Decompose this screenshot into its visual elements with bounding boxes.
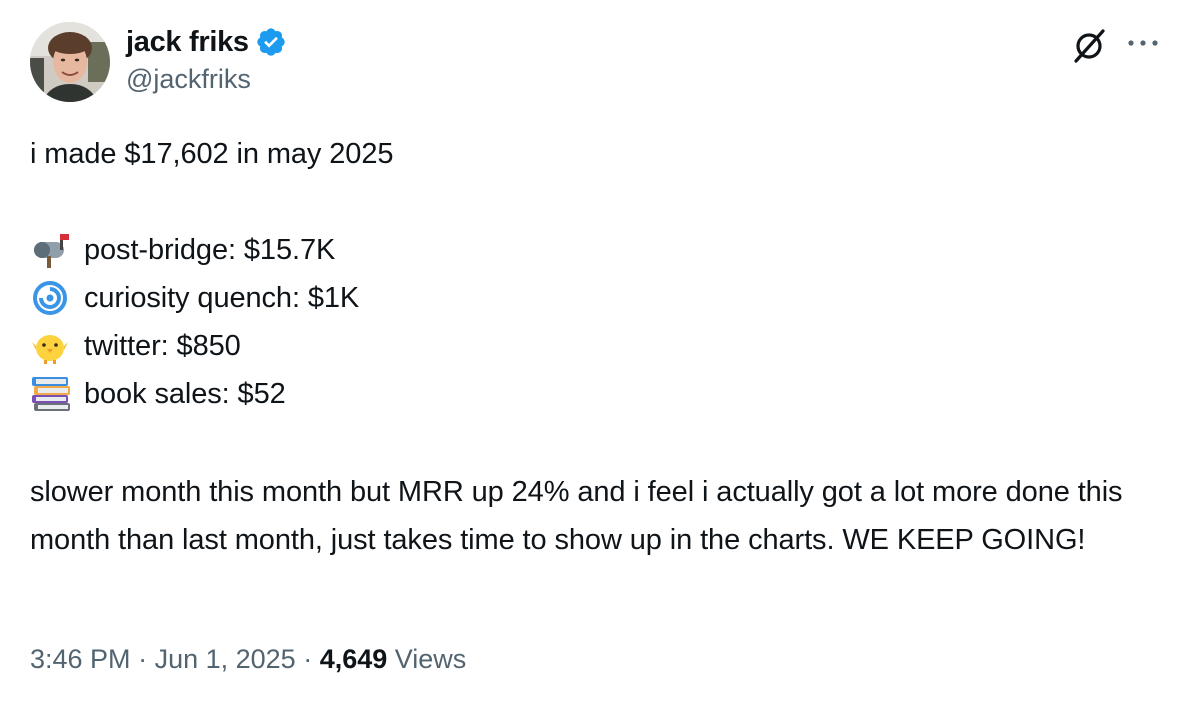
income-label: twitter: $850 [84, 329, 241, 362]
tweet-outro-text: slower month this month but MRR up 24% a… [30, 476, 1123, 556]
list-item: curiosity quench: $1K [30, 274, 359, 322]
mailbox-emoji-icon [30, 232, 74, 268]
list-item: post-bridge: $15.7K [30, 226, 359, 274]
meta-separator: · [295, 644, 320, 674]
views-count[interactable]: 4,649 [320, 644, 388, 675]
tweet-card: jack friks @jackfriks i made $17,602 in … [0, 0, 1190, 716]
verified-badge-icon[interactable] [255, 26, 287, 58]
display-name[interactable]: jack friks [126, 26, 249, 59]
income-label: post-bridge: $15.7K [84, 233, 336, 266]
income-list: post-bridge: $15.7K curiosity quench: $1… [30, 226, 359, 418]
more-dots-icon[interactable] [1126, 36, 1160, 50]
grok-slash-circle-icon[interactable] [1070, 28, 1108, 64]
avatar[interactable] [30, 22, 110, 102]
author-name-row: jack friks [126, 22, 287, 62]
books-emoji-icon [30, 376, 74, 412]
tweet-meta: 3:46 PM · Jun 1, 2025 · 4,649 Views [30, 644, 466, 675]
profile-photo [30, 22, 110, 102]
tweet-time[interactable]: 3:46 PM [30, 644, 131, 675]
tweet-intro-text: i made $17,602 in may 2025 [30, 138, 394, 170]
author-handle[interactable]: @jackfriks [126, 64, 251, 95]
income-label: curiosity quench: $1K [84, 281, 360, 314]
list-item: twitter: $850 [30, 322, 359, 370]
meta-separator: · [130, 644, 155, 674]
baby-chick-emoji-icon [30, 328, 74, 364]
income-label: book sales: $52 [84, 377, 286, 410]
views-label[interactable]: Views [387, 644, 467, 675]
tweet-date[interactable]: Jun 1, 2025 [155, 644, 296, 675]
cyclone-emoji-icon [30, 280, 74, 316]
list-item: book sales: $52 [30, 370, 359, 418]
